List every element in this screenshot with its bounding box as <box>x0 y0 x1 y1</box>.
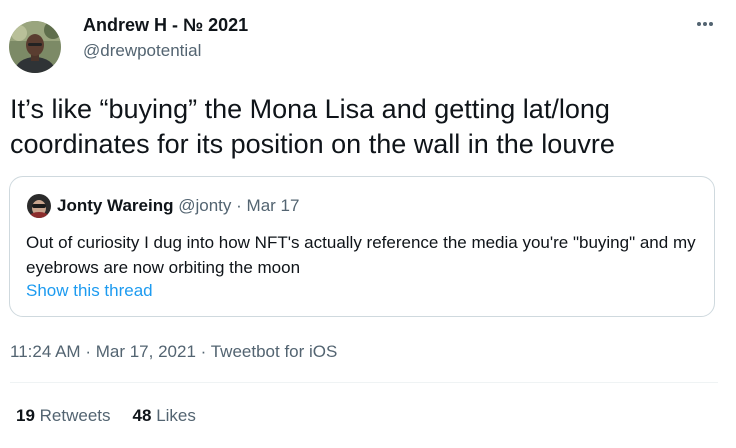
author-name[interactable]: Andrew H - № 2021 <box>83 15 248 36</box>
likes-count: 48 <box>132 406 152 425</box>
likes-label: Likes <box>156 406 196 425</box>
quoted-tweet[interactable]: Jonty Wareing @jonty · Mar 17 Out of cur… <box>9 176 715 317</box>
engagement-stats: 19 Retweets 48 Likes <box>16 406 196 426</box>
quoted-tweet-text: Out of curiosity I dug into how NFT's ac… <box>26 233 696 277</box>
more-horizontal-icon <box>697 22 713 26</box>
author-handle[interactable]: @drewpotential <box>83 41 201 61</box>
quoted-author-handle[interactable]: @jonty <box>178 196 231 215</box>
quoted-tweet-header: Jonty Wareing @jonty · Mar 17 <box>57 196 299 216</box>
tweet-date[interactable]: Mar 17, 2021 <box>96 342 196 361</box>
quoted-separator: · <box>236 196 242 215</box>
retweets-stat[interactable]: 19 Retweets <box>16 406 111 425</box>
tweet-source[interactable]: Tweetbot for iOS <box>211 342 338 361</box>
likes-stat[interactable]: 48 Likes <box>133 406 196 425</box>
meta-separator: · <box>85 342 91 361</box>
show-thread-link[interactable]: Show this thread <box>26 281 153 301</box>
quoted-tweet-date[interactable]: Mar 17 <box>247 196 300 215</box>
tweet-card: Andrew H - № 2021 @drewpotential It’s li… <box>0 0 736 448</box>
author-avatar[interactable] <box>9 21 61 73</box>
tweet-metadata: 11:24 AM · Mar 17, 2021 · Tweetbot for i… <box>10 342 337 362</box>
divider <box>10 382 718 383</box>
quoted-author-avatar[interactable] <box>27 194 51 218</box>
more-options-button[interactable] <box>691 14 719 34</box>
meta-separator: · <box>200 342 207 361</box>
tweet-text: It’s like “buying” the Mona Lisa and get… <box>10 94 615 159</box>
retweets-label: Retweets <box>39 406 111 425</box>
tweet-time[interactable]: 11:24 AM <box>10 342 81 361</box>
quoted-author-name[interactable]: Jonty Wareing <box>57 196 174 215</box>
retweets-count: 19 <box>16 406 35 425</box>
